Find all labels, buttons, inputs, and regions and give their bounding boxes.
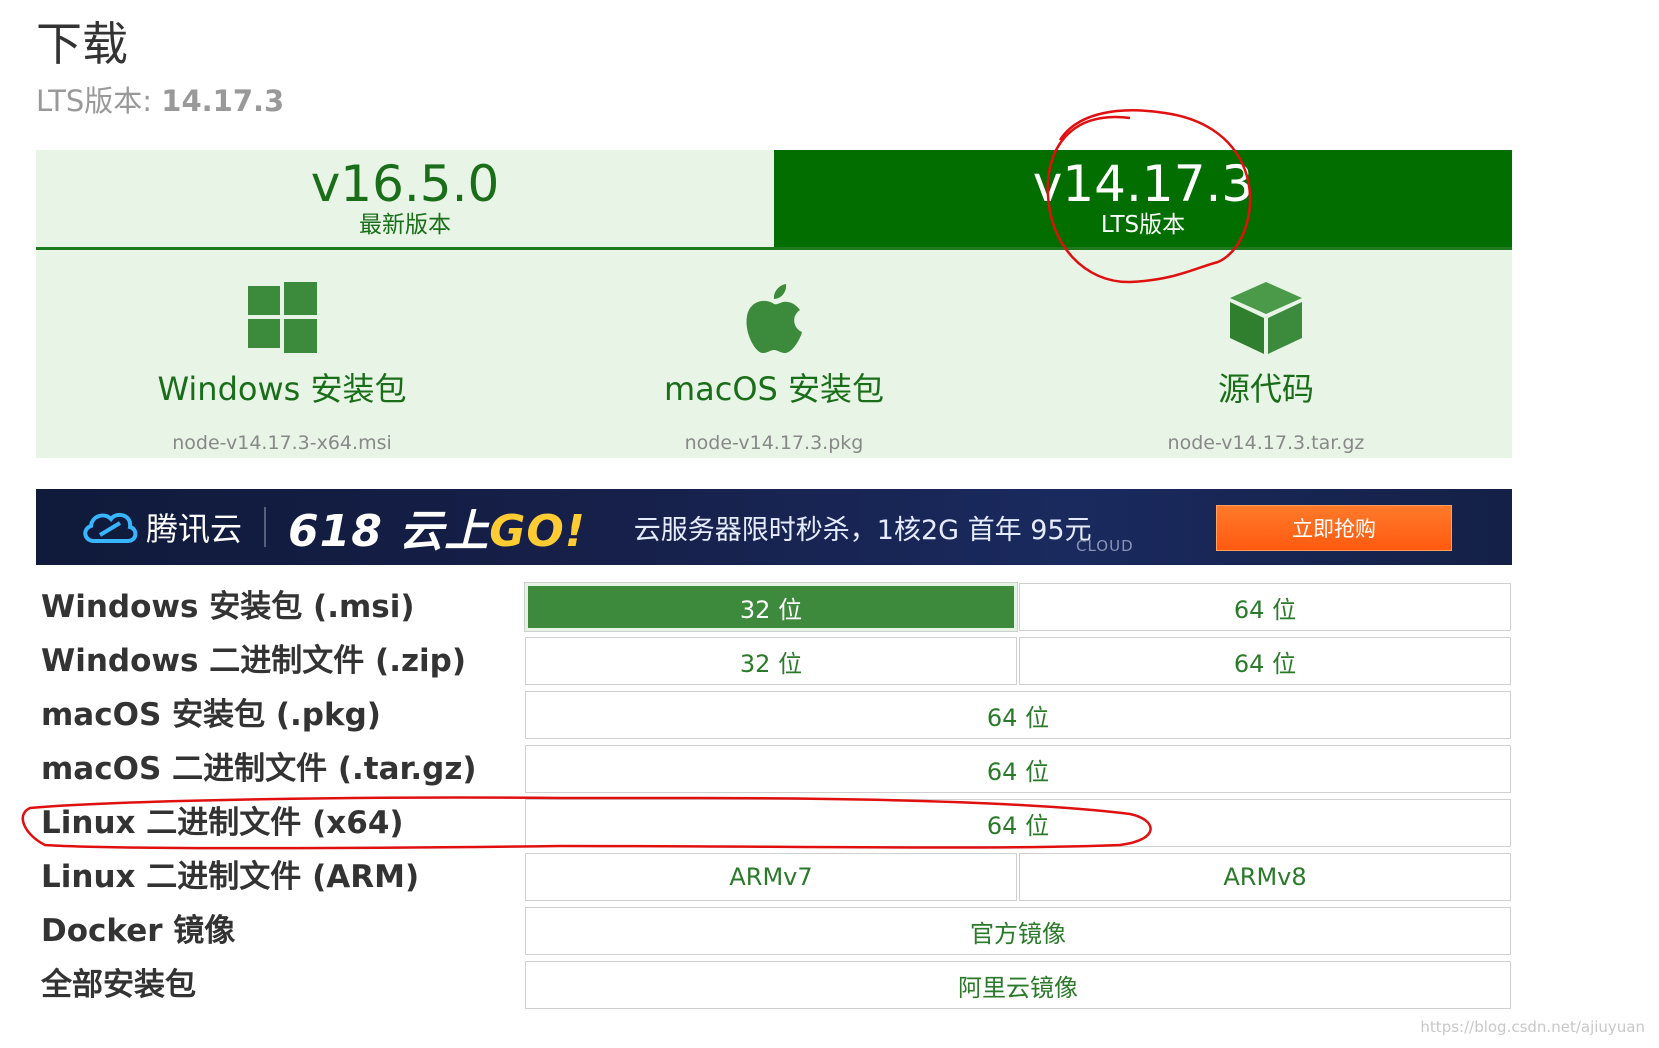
download-button-64bit[interactable]: 64 位 xyxy=(525,799,1511,847)
buy-now-button[interactable]: 立即抢购 xyxy=(1216,505,1452,551)
macos-installer-card[interactable]: macOS 安装包 node-v14.17.3.pkg xyxy=(528,250,1020,458)
download-button-32bit[interactable]: 32 位 xyxy=(524,582,1018,632)
promo-text: 云上 xyxy=(382,506,490,557)
row-label: Docker 镜像 xyxy=(41,913,236,949)
ad-banner[interactable]: 腾讯云 618 云上GO! 云服务器限时秒杀，1核2G 首年 95元 CLOUD… xyxy=(36,489,1512,565)
docker-image-button[interactable]: 官方镜像 xyxy=(525,907,1511,955)
aliyun-mirror-button[interactable]: 阿里云镜像 xyxy=(525,961,1511,1009)
download-row: macOS 二进制文件 (.tar.gz) 64 位 xyxy=(36,745,1512,793)
banner-offer: 云服务器限时秒杀，1核2G 首年 95元 xyxy=(633,514,1092,546)
download-row: Docker 镜像 官方镜像 xyxy=(36,907,1512,955)
row-label: Windows 安装包 (.msi) xyxy=(41,589,415,625)
row-label: Linux 二进制文件 (ARM) xyxy=(41,859,420,895)
card-filename: node-v14.17.3.pkg xyxy=(684,432,864,454)
lts-version: 14.17.3 xyxy=(161,84,285,118)
row-label: macOS 安装包 (.pkg) xyxy=(41,697,381,733)
promo-number: 618 xyxy=(288,506,383,557)
promo-go: GO! xyxy=(489,506,586,557)
source-code-card[interactable]: 源代码 node-v14.17.3.tar.gz xyxy=(1020,250,1512,458)
windows-installer-card[interactable]: Windows 安装包 node-v14.17.3-x64.msi xyxy=(36,250,528,458)
row-label: 全部安装包 xyxy=(41,967,196,1003)
download-button-32bit[interactable]: 32 位 xyxy=(525,637,1017,685)
watermark: https://blog.csdn.net/ajiuyuan xyxy=(1420,1018,1645,1036)
row-label: Linux 二进制文件 (x64) xyxy=(41,805,404,841)
lts-prefix: LTS版本: xyxy=(36,84,162,118)
banner-cloud-tag: CLOUD xyxy=(1076,537,1134,555)
card-filename: node-v14.17.3.tar.gz xyxy=(1167,432,1365,454)
download-button-64bit[interactable]: 64 位 xyxy=(525,691,1511,739)
card-label: 源代码 xyxy=(1217,370,1314,408)
version-tabs: v16.5.0 最新版本 v14.17.3 LTS版本 xyxy=(36,150,1512,250)
download-button-armv8[interactable]: ARMv8 xyxy=(1019,853,1511,901)
row-label: Windows 二进制文件 (.zip) xyxy=(41,643,467,679)
download-row: Windows 二进制文件 (.zip) 32 位 64 位 xyxy=(36,637,1512,685)
apple-icon xyxy=(746,284,802,353)
banner-brand: 腾讯云 xyxy=(146,510,243,548)
cloud-icon xyxy=(83,512,138,543)
card-label: macOS 安装包 xyxy=(663,370,884,408)
tab-label: LTS版本 xyxy=(1100,211,1186,238)
tab-version: v14.17.3 xyxy=(1032,154,1254,213)
download-row: 全部安装包 阿里云镜像 xyxy=(36,961,1512,1009)
cube-icon xyxy=(1229,282,1302,354)
download-row: Linux 二进制文件 (x64) 64 位 xyxy=(36,799,1512,847)
download-button-64bit[interactable]: 64 位 xyxy=(525,745,1511,793)
card-label: Windows 安装包 xyxy=(157,370,407,408)
download-cards: Windows 安装包 node-v14.17.3-x64.msi macOS … xyxy=(36,250,1512,458)
row-label: macOS 二进制文件 (.tar.gz) xyxy=(41,751,477,787)
tab-version: v16.5.0 xyxy=(310,154,500,213)
banner-divider xyxy=(264,507,267,547)
tab-lts-version[interactable]: v14.17.3 LTS版本 xyxy=(774,150,1512,247)
lts-version-line: LTS版本: 14.17.3 xyxy=(36,78,284,120)
windows-icon xyxy=(247,282,317,353)
banner-promo: 618 云上GO! xyxy=(288,495,586,559)
card-filename: node-v14.17.3-x64.msi xyxy=(172,432,392,454)
page-title: 下载 xyxy=(36,17,128,71)
download-row: macOS 安装包 (.pkg) 64 位 xyxy=(36,691,1512,739)
download-button-64bit[interactable]: 64 位 xyxy=(1019,583,1511,631)
download-button-armv7[interactable]: ARMv7 xyxy=(525,853,1017,901)
tab-label: 最新版本 xyxy=(359,211,451,238)
download-row: Windows 安装包 (.msi) 32 位 64 位 xyxy=(36,582,1512,632)
download-button-64bit[interactable]: 64 位 xyxy=(1019,637,1511,685)
download-row: Linux 二进制文件 (ARM) ARMv7 ARMv8 xyxy=(36,853,1512,901)
tab-current-version[interactable]: v16.5.0 最新版本 xyxy=(36,150,774,247)
